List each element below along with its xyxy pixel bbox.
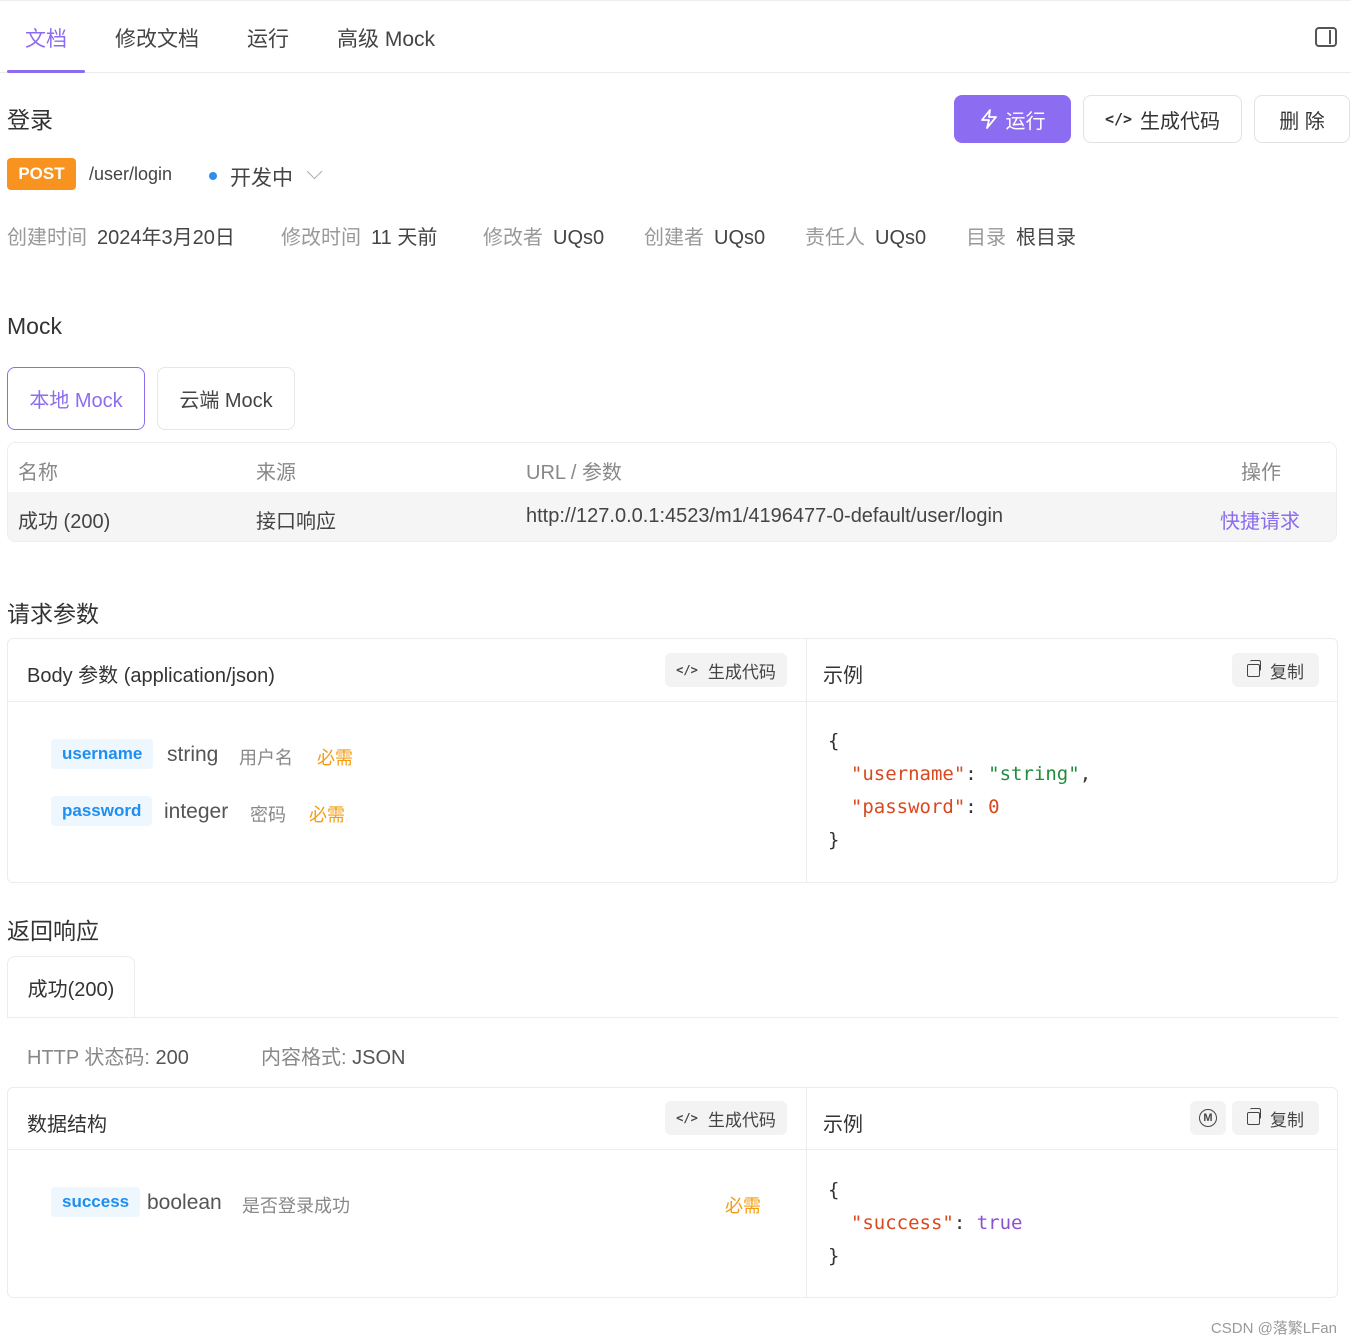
status-select[interactable]: 开发中 <box>230 162 293 192</box>
meta-modifier: 修改者 UQs0 <box>483 227 605 249</box>
mock-url[interactable]: http://127.0.0.1:4523/m1/4196477-0-defau… <box>526 505 1003 528</box>
run-button[interactable]: 运行 <box>954 95 1071 143</box>
panel-header-divider <box>8 701 1337 702</box>
delete-button[interactable]: 删 除 <box>1254 95 1350 143</box>
field-type: boolean <box>147 1191 222 1214</box>
request-copy-label: 复制 <box>1270 662 1304 682</box>
table-row: 成功 (200) 接口响应 http://127.0.0.1:4523/m1/4… <box>8 492 1336 541</box>
field-username: username <box>51 739 154 769</box>
field-type: string <box>167 743 219 766</box>
response-section-title: 返回响应 <box>7 918 99 944</box>
meta-directory: 目录 根目录 <box>966 227 1076 249</box>
field-success: success <box>51 1187 141 1217</box>
response-example-code: { "success": true } <box>828 1179 1023 1267</box>
quick-request-link[interactable]: 快捷请求 <box>1220 505 1300 534</box>
meta-modified-time: 修改时间 11 天前 <box>281 227 438 249</box>
page-title: 登录 <box>7 107 53 133</box>
mock-table: 名称 来源 URL / 参数 操作 成功 (200) 接口响应 http://1… <box>7 442 1337 542</box>
request-example-code: { "username": "string", "password": 0 } <box>828 730 1092 851</box>
watermark: CSDN @落繁LFan <box>1210 1320 1337 1337</box>
field-type: integer <box>164 800 229 823</box>
tab-cloud-mock[interactable]: 云端 Mock <box>157 367 295 430</box>
code-icon: </> <box>1104 110 1133 128</box>
panel-divider <box>806 1088 807 1297</box>
active-tab-indicator <box>7 70 85 73</box>
field-required: 必需 <box>309 805 345 825</box>
table-header-row: 名称 来源 URL / 参数 操作 <box>8 443 1336 492</box>
tab-edit-docs[interactable]: 修改文档 <box>115 23 199 53</box>
generate-code-label: 生成代码 <box>1140 110 1221 133</box>
field-required: 必需 <box>725 1196 761 1216</box>
response-generate-code-label: 生成代码 <box>707 1110 776 1130</box>
run-button-label: 运行 <box>1005 110 1046 133</box>
response-tab-divider <box>7 1017 1338 1018</box>
generate-code-button[interactable]: </> 生成代码 <box>1083 95 1242 143</box>
copy-icon <box>1247 1107 1261 1125</box>
chevron-down-icon[interactable] <box>306 163 323 180</box>
tab-local-mock[interactable]: 本地 Mock <box>7 367 145 430</box>
response-generate-code-button[interactable]: </> 生成代码 <box>665 1101 787 1135</box>
mock-m-icon[interactable]: M <box>1190 1101 1226 1135</box>
response-copy-button[interactable]: 复制 <box>1232 1101 1319 1135</box>
column-header-source: 来源 <box>256 462 296 484</box>
response-copy-label: 复制 <box>1270 1110 1304 1130</box>
column-header-action: 操作 <box>1241 462 1281 484</box>
column-header-name: 名称 <box>18 462 58 484</box>
tab-response-success[interactable]: 成功(200) <box>7 956 135 1018</box>
request-section-title: 请求参数 <box>7 601 99 627</box>
body-generate-code-label: 生成代码 <box>707 662 776 682</box>
tab-run[interactable]: 运行 <box>247 23 289 53</box>
panel-divider <box>806 639 807 882</box>
mock-name: 成功 (200) <box>18 511 111 533</box>
request-body-panel: Body 参数 (application/json) </> 生成代码 示例 复… <box>7 638 1338 883</box>
data-structure-title: 数据结构 <box>27 1114 107 1136</box>
content-format: 内容格式: JSON <box>261 1047 406 1069</box>
response-struct-panel: 数据结构 </> 生成代码 示例 M 复制 success boolean 是否… <box>7 1087 1338 1298</box>
field-desc: 用户名 <box>239 748 293 768</box>
meta-owner: 责任人 UQs0 <box>805 227 927 249</box>
tab-docs[interactable]: 文档 <box>25 23 67 53</box>
meta-creator: 创建者 UQs0 <box>644 227 766 249</box>
top-tab-bar: 文档 修改文档 运行 高级 Mock <box>0 0 1351 73</box>
field-desc: 是否登录成功 <box>242 1196 350 1216</box>
method-badge: POST <box>7 158 76 190</box>
body-params-title: Body 参数 (application/json) <box>27 665 275 687</box>
http-status-code: HTTP 状态码: 200 <box>27 1047 189 1069</box>
code-icon: </> <box>676 1111 698 1125</box>
field-desc: 密码 <box>250 805 286 825</box>
request-example-title: 示例 <box>823 665 863 687</box>
meta-created-time: 创建时间 2024年3月20日 <box>7 227 235 249</box>
mock-source: 接口响应 <box>256 511 336 533</box>
field-required: 必需 <box>317 748 353 768</box>
api-path: /user/login <box>89 164 173 184</box>
delete-label: 删 除 <box>1279 110 1325 133</box>
tab-advanced-mock[interactable]: 高级 Mock <box>337 23 435 53</box>
status-dot <box>209 172 217 180</box>
column-header-url: URL / 参数 <box>526 462 622 484</box>
code-icon: </> <box>676 663 698 677</box>
request-copy-button[interactable]: 复制 <box>1232 653 1319 687</box>
field-password: password <box>51 796 153 826</box>
body-generate-code-button[interactable]: </> 生成代码 <box>665 653 787 687</box>
mock-section-title: Mock <box>7 313 62 339</box>
lightning-icon <box>980 109 997 129</box>
response-example-title: 示例 <box>823 1114 863 1136</box>
copy-icon <box>1247 659 1261 677</box>
panel-header-divider <box>8 1149 1337 1150</box>
panel-toggle-icon[interactable] <box>1315 27 1337 47</box>
